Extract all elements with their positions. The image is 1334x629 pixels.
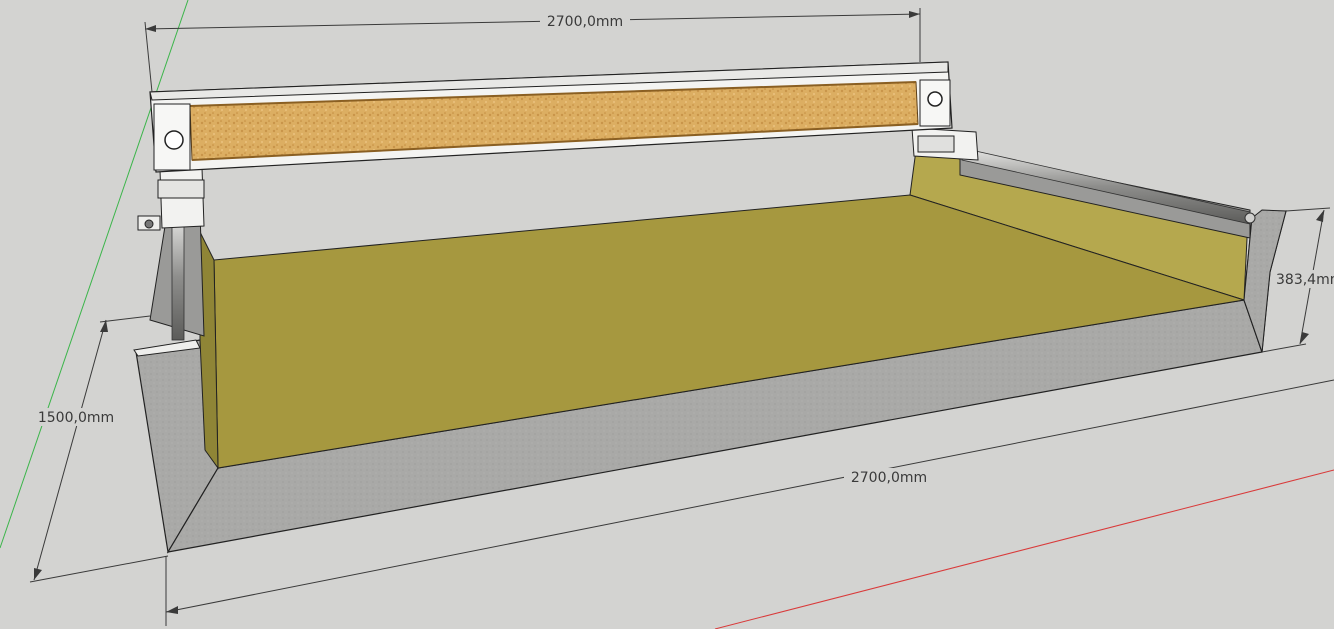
gantry-left-carriage [157,179,205,199]
red-axis-line [714,469,1334,629]
gantry-right-block [917,135,955,153]
dim-depth-label: 1500,0mm [38,410,114,426]
dim-top-width-label: 2700,0mm [547,14,623,30]
dim-bottom-width-label: 2700,0mm [851,470,927,486]
gantry-left-bearing-icon [164,130,184,150]
right-rail-end [1244,212,1256,224]
gantry-right-bearing-icon [927,91,943,107]
motor-bracket-icon [137,215,161,231]
left-rail-rod [171,213,185,341]
dim-height-label: 383,4mm [1276,272,1334,288]
sketchup-viewport[interactable]: 2700,0mm 1500,0mm 2700,0mm 383,4mm [0,0,1334,629]
